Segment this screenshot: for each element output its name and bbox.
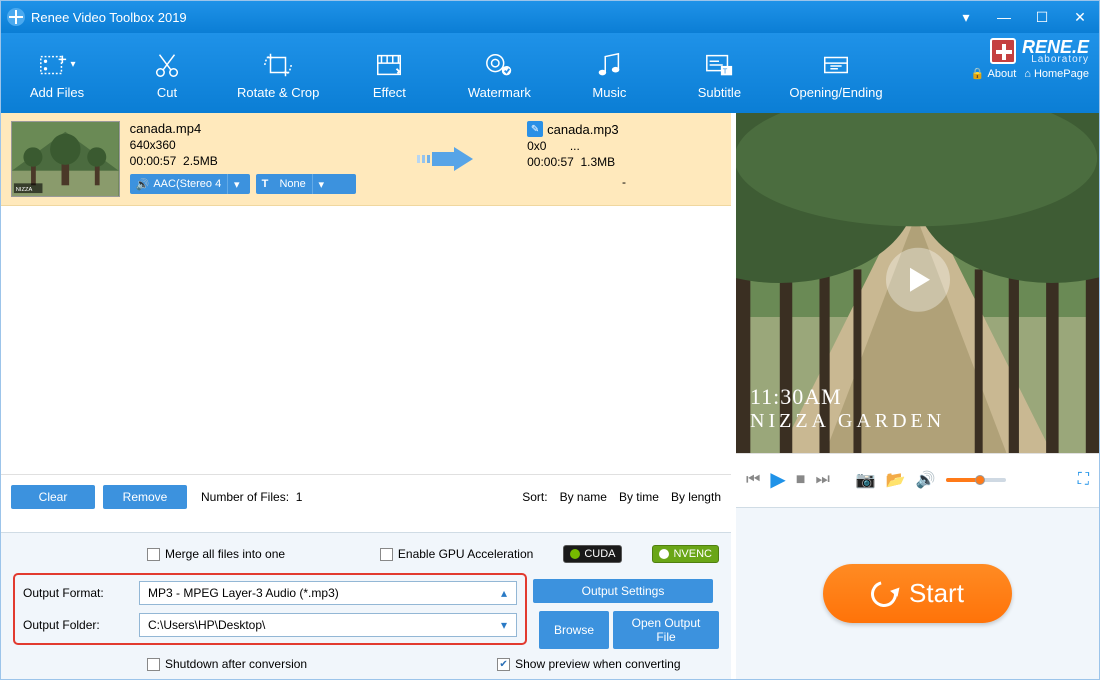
text-icon: T bbox=[262, 178, 269, 190]
subtitle-dropdown[interactable]: T None ▾ bbox=[256, 174, 356, 194]
chevron-down-icon: ▾ bbox=[227, 174, 245, 194]
brand-logo-icon bbox=[990, 38, 1016, 64]
add-files-icon: ▾ bbox=[38, 47, 75, 83]
about-link[interactable]: 🔒About bbox=[971, 67, 1016, 80]
music-icon bbox=[594, 47, 624, 83]
start-panel: Start bbox=[736, 507, 1099, 679]
svg-text:T: T bbox=[723, 66, 728, 75]
chevron-down-icon: ▾ bbox=[492, 614, 516, 636]
effect-button[interactable]: Effect bbox=[349, 47, 429, 100]
crop-icon bbox=[263, 47, 293, 83]
source-resolution: 640x360 bbox=[130, 138, 372, 152]
add-files-button[interactable]: ▾ Add Files bbox=[17, 47, 97, 100]
output-folder-label: Output Folder: bbox=[23, 618, 133, 632]
shutdown-checkbox[interactable]: Shutdown after conversion bbox=[147, 657, 307, 671]
lock-icon: 🔒 bbox=[971, 67, 985, 80]
file-list: NIZZA canada.mp4 640x360 00:00:57 2.5MB … bbox=[1, 113, 731, 453]
remove-button[interactable]: Remove bbox=[103, 485, 187, 509]
stop-button[interactable]: ■ bbox=[796, 471, 806, 489]
file-list-footer: Clear Remove Number of Files: 1 Sort: By… bbox=[1, 474, 731, 519]
prev-button[interactable]: ⏮ bbox=[746, 471, 760, 489]
open-output-button[interactable]: Open Output File bbox=[613, 611, 719, 649]
svg-text:NIZZA: NIZZA bbox=[16, 187, 33, 193]
output-format-label: Output Format: bbox=[23, 586, 133, 600]
watermark-icon bbox=[484, 47, 514, 83]
file-thumbnail: NIZZA bbox=[11, 121, 120, 197]
file-count-label: Number of Files: 1 bbox=[201, 490, 302, 504]
checkbox-icon: ✔ bbox=[497, 658, 510, 671]
opening-ending-button[interactable]: Opening/Ending bbox=[789, 47, 882, 100]
browse-button[interactable]: Browse bbox=[539, 611, 609, 649]
clear-button[interactable]: Clear bbox=[11, 485, 95, 509]
output-highlight-box: Output Format: MP3 - MPEG Layer-3 Audio … bbox=[13, 573, 527, 645]
refresh-icon bbox=[866, 576, 902, 612]
output-folder-value: C:\Users\HP\Desktop\ bbox=[140, 614, 492, 636]
audio-codec-dropdown[interactable]: 🔊AAC(Stereo 4 ▾ bbox=[130, 174, 250, 194]
cuda-badge: CUDA bbox=[563, 545, 622, 563]
output-format-combobox[interactable]: MP3 - MPEG Layer-3 Audio (*.mp3) ▴ bbox=[139, 581, 517, 605]
fullscreen-button[interactable]: ⛶ bbox=[1078, 471, 1089, 489]
add-files-label: Add Files bbox=[30, 85, 84, 100]
output-panel: Merge all files into one Enable GPU Acce… bbox=[1, 532, 731, 679]
play-overlay-button[interactable] bbox=[886, 248, 950, 312]
sort-row: Sort: By name By time By length bbox=[522, 490, 721, 504]
rotate-crop-button[interactable]: Rotate & Crop bbox=[237, 47, 319, 100]
music-button[interactable]: Music bbox=[569, 47, 649, 100]
source-duration-size: 00:00:57 2.5MB bbox=[130, 154, 372, 168]
sort-by-length[interactable]: By length bbox=[671, 490, 721, 504]
preview-checkbox[interactable]: ✔ Show preview when converting bbox=[497, 657, 680, 671]
window-dropdown-button[interactable]: ▾ bbox=[953, 6, 979, 28]
open-folder-button[interactable]: 📂 bbox=[886, 470, 906, 490]
preview-panel: 11:30AM NIZZA GARDEN bbox=[736, 113, 1099, 453]
checkbox-icon bbox=[147, 658, 160, 671]
nvenc-badge: NVENC bbox=[652, 545, 719, 563]
play-button[interactable]: ▶ bbox=[770, 467, 785, 492]
opening-ending-icon bbox=[821, 47, 851, 83]
output-filename: canada.mp3 bbox=[547, 122, 619, 137]
player-controls: ⏮ ▶ ■ ⏭ 📷 📂 🔊 ⛶ bbox=[736, 453, 1099, 505]
brand-subtitle: Laboratory bbox=[1022, 54, 1089, 65]
subtitle-button[interactable]: T Subtitle bbox=[679, 47, 759, 100]
maximize-button[interactable]: ☐ bbox=[1029, 6, 1055, 28]
main-toolbar: ▾ Add Files Cut Rotate & Crop Effect Wat… bbox=[1, 33, 1099, 113]
arrow-icon bbox=[372, 144, 527, 174]
preview-overlay-text: 11:30AM NIZZA GARDEN bbox=[750, 384, 945, 433]
file-row[interactable]: NIZZA canada.mp4 640x360 00:00:57 2.5MB … bbox=[1, 113, 731, 206]
scissors-icon bbox=[152, 47, 182, 83]
output-dash: - bbox=[527, 175, 721, 189]
sort-by-name[interactable]: By name bbox=[560, 490, 607, 504]
minimize-button[interactable]: ― bbox=[991, 6, 1017, 28]
source-filename: canada.mp4 bbox=[130, 121, 372, 136]
close-button[interactable]: ✕ bbox=[1067, 6, 1093, 28]
volume-slider[interactable] bbox=[946, 478, 1006, 482]
chevron-down-icon: ▾ bbox=[312, 174, 330, 194]
film-icon bbox=[374, 47, 404, 83]
app-title: Renee Video Toolbox 2019 bbox=[31, 10, 187, 25]
start-button[interactable]: Start bbox=[823, 564, 1012, 623]
edit-icon[interactable]: ✎ bbox=[527, 121, 543, 137]
output-format-value: MP3 - MPEG Layer-3 Audio (*.mp3) bbox=[140, 582, 492, 604]
brand-block: RENE.E Laboratory 🔒About ⌂HomePage bbox=[971, 37, 1089, 80]
app-icon bbox=[7, 8, 25, 26]
merge-checkbox[interactable]: Merge all files into one bbox=[147, 547, 285, 561]
subtitle-icon: T bbox=[704, 47, 734, 83]
checkbox-icon bbox=[380, 548, 393, 561]
sort-by-time[interactable]: By time bbox=[619, 490, 659, 504]
snapshot-button[interactable]: 📷 bbox=[856, 470, 876, 490]
next-button[interactable]: ⏭ bbox=[815, 471, 829, 489]
speaker-icon: 🔊 bbox=[136, 178, 150, 191]
checkbox-icon bbox=[147, 548, 160, 561]
homepage-link[interactable]: ⌂HomePage bbox=[1024, 68, 1089, 80]
watermark-button[interactable]: Watermark bbox=[459, 47, 539, 100]
output-folder-combobox[interactable]: C:\Users\HP\Desktop\ ▾ bbox=[139, 613, 517, 637]
home-icon: ⌂ bbox=[1024, 68, 1031, 80]
sort-label: Sort: bbox=[522, 490, 547, 504]
chevron-up-icon: ▴ bbox=[492, 582, 516, 604]
output-settings-button[interactable]: Output Settings bbox=[533, 579, 713, 603]
title-bar: Renee Video Toolbox 2019 ▾ ― ☐ ✕ bbox=[1, 1, 1099, 33]
volume-icon[interactable]: 🔊 bbox=[916, 470, 936, 490]
cut-button[interactable]: Cut bbox=[127, 47, 207, 100]
gpu-checkbox[interactable]: Enable GPU Acceleration bbox=[380, 547, 533, 561]
